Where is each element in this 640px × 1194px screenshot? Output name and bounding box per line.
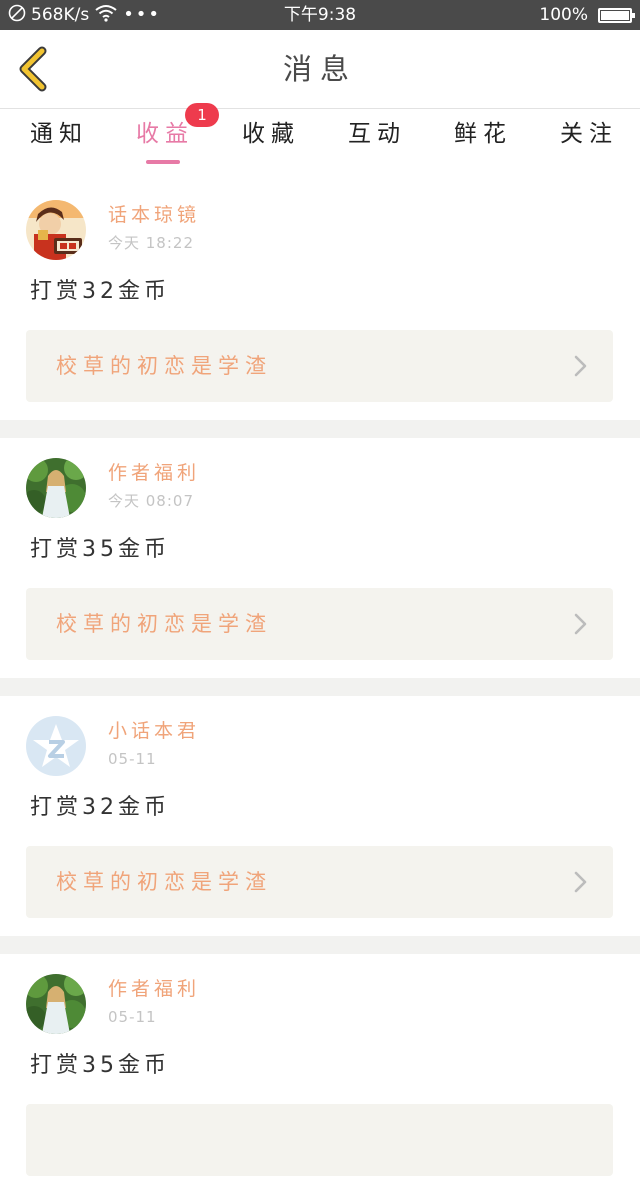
divider — [0, 678, 640, 696]
timestamp: 今天 18:22 — [108, 234, 194, 252]
tab-flowers[interactable]: 鲜花 — [427, 109, 533, 169]
tab-following[interactable]: 关注 — [533, 109, 639, 169]
avatar-huabenlanjing-icon — [26, 200, 86, 260]
message-text: 打赏35金币 — [30, 537, 170, 562]
message-feed: 话本琼镜 今天 18:22 打赏32金币 校草的初恋是学渣 作者福利 今天 08… — [0, 180, 640, 1194]
tab-label: 关注 — [560, 121, 618, 147]
list-item: 话本琼镜 今天 18:22 打赏32金币 校草的初恋是学渣 — [0, 180, 640, 420]
avatar[interactable] — [26, 458, 86, 518]
timestamp: 05-11 — [108, 750, 157, 768]
status-right: 100% — [539, 4, 635, 26]
book-link[interactable]: 校草的初恋是学渣 — [26, 846, 613, 918]
chevron-right-icon — [574, 613, 587, 635]
sender-name[interactable]: 小话本君 — [108, 718, 200, 744]
battery-fill — [601, 10, 629, 20]
divider — [0, 420, 640, 438]
message-text: 打赏32金币 — [30, 795, 170, 820]
sender-name[interactable]: 作者福利 — [108, 976, 200, 1002]
tab-earnings[interactable]: 收益 1 — [109, 103, 219, 169]
header: 消息 — [0, 30, 640, 109]
tab-label: 收藏 — [242, 121, 300, 147]
avatar-girl-forest-icon — [26, 458, 86, 518]
timestamp: 今天 08:07 — [108, 492, 194, 510]
message-text: 打赏35金币 — [30, 1053, 170, 1078]
tab-active-indicator — [146, 160, 180, 164]
tab-notifications[interactable]: 通知 — [3, 109, 109, 169]
tab-badge: 1 — [185, 103, 219, 127]
chevron-right-icon — [574, 355, 587, 377]
message-text: 打赏32金币 — [30, 279, 170, 304]
tab-bar: 通知 收益 1 收藏 互动 鲜花 关注 — [0, 103, 640, 169]
list-item: 小话本君 05-11 打赏32金币 校草的初恋是学渣 — [0, 696, 640, 936]
avatar-girl-forest-icon — [26, 974, 86, 1034]
book-link[interactable]: 校草的初恋是学渣 — [26, 588, 613, 660]
timestamp: 05-11 — [108, 1008, 157, 1026]
book-link[interactable]: 校草的初恋是学渣 — [26, 330, 613, 402]
tab-interactions[interactable]: 互动 — [321, 109, 427, 169]
avatar[interactable] — [26, 200, 86, 260]
chevron-right-icon — [574, 871, 587, 893]
battery-percent: 100% — [539, 5, 588, 25]
book-title: 校草的初恋是学渣 — [56, 870, 272, 894]
avatar[interactable] — [26, 974, 86, 1034]
avatar-z-star-icon — [26, 716, 86, 776]
status-bar: 568K/s ••• 下午9:38 100% — [0, 0, 640, 30]
sender-name[interactable]: 话本琼镜 — [108, 202, 200, 228]
avatar[interactable] — [26, 716, 86, 776]
tab-label: 互动 — [348, 121, 406, 147]
page-title: 消息 — [282, 52, 357, 86]
tab-favorites[interactable]: 收藏 — [215, 109, 321, 169]
list-item: 作者福利 05-11 打赏35金币 — [0, 954, 640, 1194]
tab-label: 通知 — [30, 121, 88, 147]
divider — [0, 936, 640, 954]
book-title: 校草的初恋是学渣 — [56, 354, 272, 378]
battery-icon — [598, 7, 635, 23]
sender-name[interactable]: 作者福利 — [108, 460, 200, 486]
list-item: 作者福利 今天 08:07 打赏35金币 校草的初恋是学渣 — [0, 438, 640, 678]
book-link[interactable] — [26, 1104, 613, 1176]
tab-label: 鲜花 — [454, 121, 512, 147]
book-title: 校草的初恋是学渣 — [56, 612, 272, 636]
